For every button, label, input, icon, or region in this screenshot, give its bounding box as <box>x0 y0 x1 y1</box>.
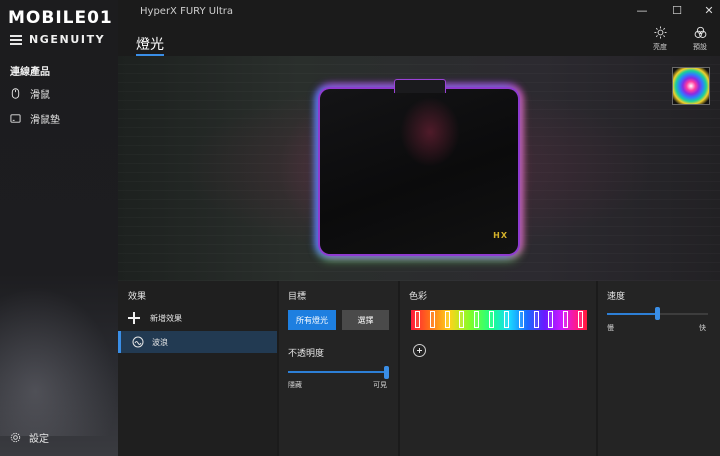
presets-button[interactable]: 預設 <box>686 26 714 52</box>
color-stop-marker[interactable] <box>474 311 480 328</box>
sidebar-item-label: 滑鼠墊 <box>30 115 60 126</box>
speed-slider-thumb[interactable] <box>654 307 660 320</box>
opacity-slider-thumb[interactable] <box>384 366 389 379</box>
title-bar: HyperX FURY Ultra — ☐ ✕ <box>118 0 720 22</box>
settings-label: 設定 <box>29 434 49 445</box>
wave-icon <box>132 336 144 348</box>
color-stop-marker[interactable] <box>563 311 569 328</box>
mousepad-cable-tab <box>394 79 446 93</box>
add-effect-label: 新增效果 <box>150 313 182 323</box>
app-header: NGENUITY <box>10 33 105 46</box>
gear-icon <box>10 432 21 443</box>
watermark-logo-text: MOBILE01 <box>8 8 113 28</box>
color-stop-marker[interactable] <box>489 311 495 328</box>
effect-item-label: 波浪 <box>152 337 168 347</box>
presets-icon <box>694 26 706 38</box>
maximize-button[interactable]: ☐ <box>668 2 686 18</box>
speed-title: 速度 <box>607 292 626 302</box>
close-button[interactable]: ✕ <box>700 2 718 18</box>
effect-item-wave[interactable]: 波浪 <box>118 331 277 353</box>
plus-icon <box>128 312 140 324</box>
color-stop-marker[interactable] <box>459 311 465 328</box>
speed-min-label: 慢 <box>607 324 614 332</box>
color-stop-marker[interactable] <box>503 311 509 328</box>
color-panel: 色彩 <box>400 281 596 456</box>
sidebar-background-blur <box>0 286 118 436</box>
page-title[interactable]: 燈光 <box>136 34 164 54</box>
opacity-min-label: 隱藏 <box>288 381 302 389</box>
color-stop-marker[interactable] <box>533 311 539 328</box>
opacity-slider-track[interactable] <box>288 371 387 373</box>
presets-label: 預設 <box>693 43 707 51</box>
sidebar-item-mouse[interactable]: 滑鼠 <box>10 86 50 101</box>
sidebar-item-label: 滑鼠 <box>30 90 50 101</box>
window-title: HyperX FURY Ultra <box>140 6 234 17</box>
color-stop-marker[interactable] <box>415 311 420 328</box>
speed-panel: 速度 慢 快 <box>598 281 720 456</box>
color-stop-marker[interactable] <box>444 311 450 328</box>
color-stop-marker[interactable] <box>518 311 524 328</box>
watermark-logo: MOBILE01 <box>8 6 113 30</box>
add-color-button[interactable] <box>413 344 426 357</box>
device-preview: HX <box>118 56 720 281</box>
minimize-button[interactable]: — <box>633 2 651 18</box>
effects-title: 效果 <box>128 292 147 302</box>
color-gradient-bar[interactable] <box>411 310 587 330</box>
color-stop-marker[interactable] <box>548 311 554 328</box>
mousepad-preview[interactable]: HX <box>320 79 518 254</box>
color-title: 色彩 <box>409 292 428 302</box>
speed-slider-fill <box>607 313 658 315</box>
color-stop-marker[interactable] <box>429 311 435 328</box>
brand-name: NGENUITY <box>29 33 106 46</box>
selected-indicator <box>118 331 121 353</box>
opacity-max-label: 可見 <box>373 381 387 389</box>
settings-button[interactable]: 設定 <box>10 430 49 445</box>
connected-products-heading: 連線產品 <box>10 67 50 78</box>
target-title: 目標 <box>288 292 307 302</box>
speed-max-label: 快 <box>699 324 706 332</box>
brightness-button[interactable]: 亮度 <box>646 26 674 52</box>
select-button[interactable]: 選擇 <box>342 310 389 330</box>
effects-panel: 效果 新增效果 波浪 <box>118 281 277 456</box>
brightness-label: 亮度 <box>653 43 667 51</box>
effect-thumbnail[interactable] <box>672 67 710 105</box>
add-effect-button[interactable]: 新增效果 <box>128 312 182 324</box>
all-lights-button[interactable]: 所有燈光 <box>288 310 336 330</box>
brightness-icon <box>653 26 667 39</box>
opacity-title: 不透明度 <box>288 349 325 359</box>
mousepad-highlight <box>400 97 460 167</box>
mousepad-icon <box>10 114 21 123</box>
sidebar: MOBILE01 NGENUITY 連線產品 滑鼠 滑鼠墊 設定 <box>0 0 118 456</box>
mouse-icon <box>11 88 20 99</box>
color-stop-marker[interactable] <box>578 311 583 328</box>
target-panel: 目標 所有燈光 選擇 不透明度 隱藏 可見 <box>279 281 398 456</box>
hamburger-menu-icon[interactable] <box>10 34 22 45</box>
hyperx-logo: HX <box>493 231 508 240</box>
sidebar-item-mousepad[interactable]: 滑鼠墊 <box>10 111 60 126</box>
